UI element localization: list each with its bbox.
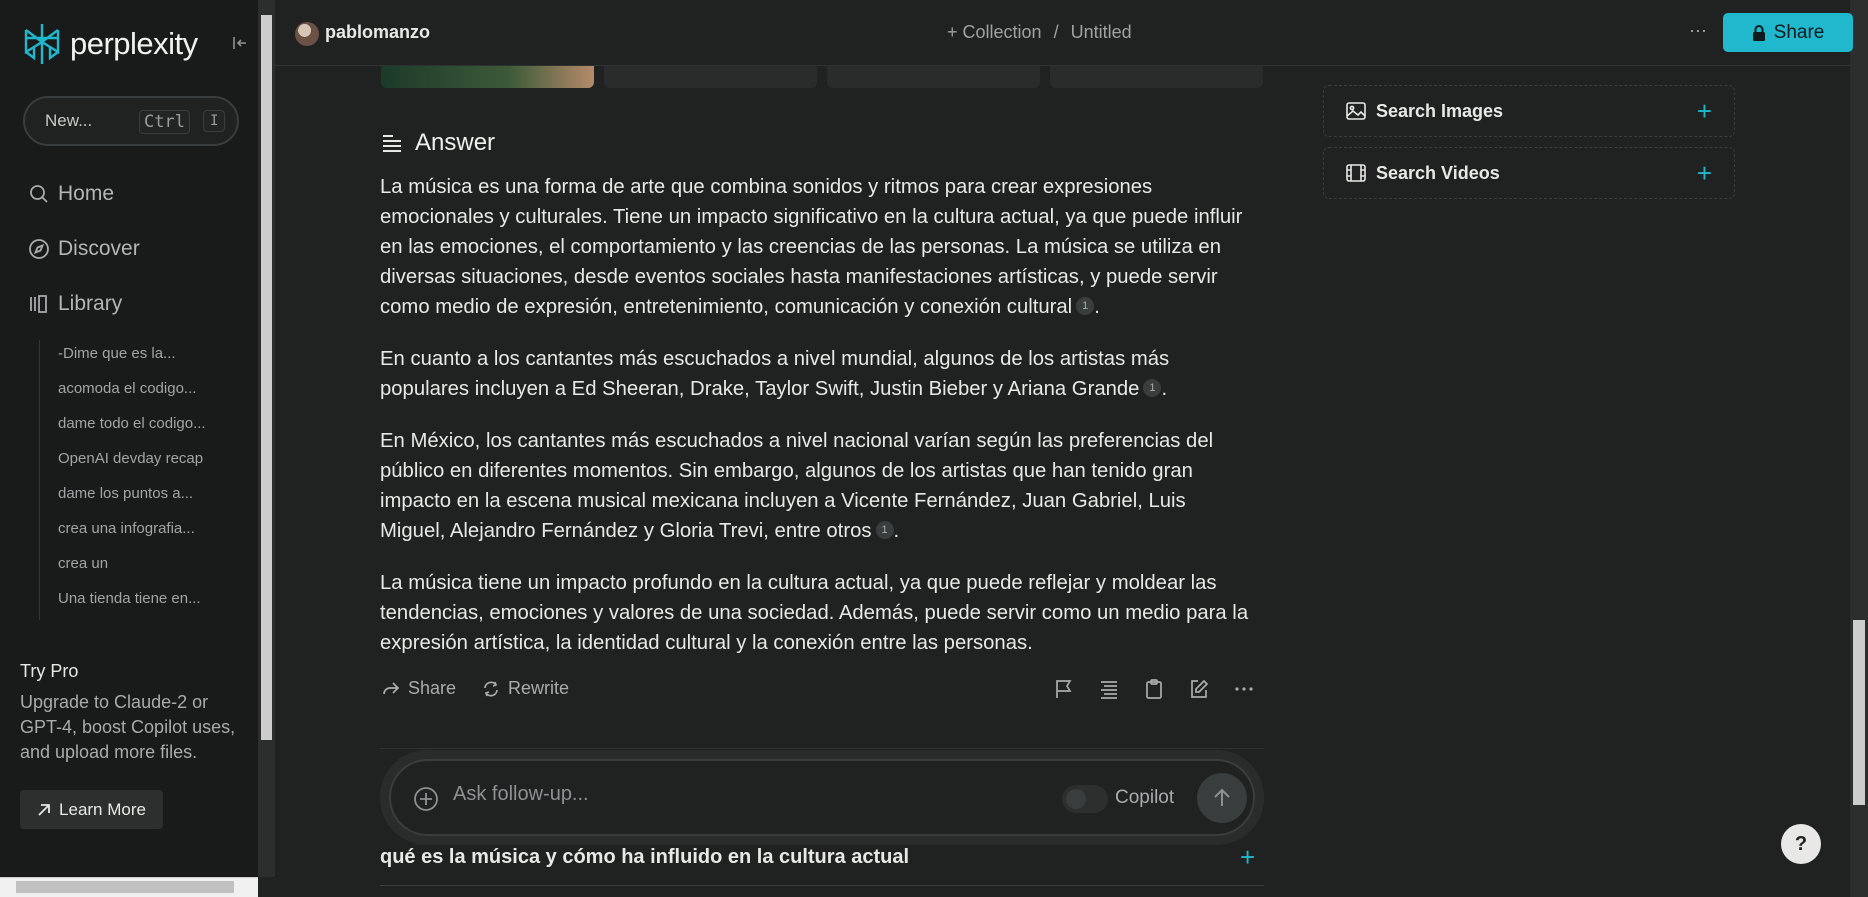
more-actions-icon[interactable] bbox=[1233, 678, 1255, 700]
answer-paragraph: En México, los cantantes más escuchados … bbox=[380, 426, 1255, 546]
try-pro-text: Upgrade to Claude-2 or GPT-4, boost Copi… bbox=[20, 692, 236, 762]
copilot-toggle[interactable] bbox=[1062, 785, 1108, 813]
learn-more-button[interactable]: Learn More bbox=[20, 790, 163, 829]
avatar[interactable] bbox=[295, 22, 319, 46]
sidebar-scrollbar-thumb[interactable] bbox=[261, 15, 272, 740]
answer-paragraph: La música es una forma de arte que combi… bbox=[380, 172, 1255, 322]
perplexity-logo-icon bbox=[24, 24, 60, 64]
copilot-label: Copilot bbox=[1115, 787, 1175, 808]
top-bar: pablomanzo + Collection / Untitled ··· S… bbox=[275, 0, 1853, 66]
history-item[interactable]: -Dime que es la... bbox=[58, 345, 176, 362]
answer-paragraph: La música tiene un impacto profundo en l… bbox=[380, 568, 1255, 658]
share-label: Share bbox=[1773, 21, 1825, 43]
history-item[interactable]: crea una infografia... bbox=[58, 520, 195, 537]
divider bbox=[380, 748, 1264, 749]
answer-title: Answer bbox=[415, 129, 496, 156]
share-answer-button[interactable]: Share bbox=[382, 678, 456, 699]
share-button[interactable]: Share bbox=[1723, 13, 1853, 52]
sidebar-item-label: Home bbox=[58, 182, 115, 205]
sidebar-item-discover[interactable]: Discover bbox=[28, 237, 140, 261]
main-scrollbar-thumb[interactable] bbox=[1853, 620, 1865, 805]
new-thread-button[interactable]: New... Ctrl I bbox=[23, 96, 239, 146]
followup-box: Copilot bbox=[389, 759, 1255, 836]
history-item[interactable]: dame todo el codigo... bbox=[58, 415, 206, 432]
related-divider bbox=[380, 885, 1264, 886]
try-pro-title: Try Pro bbox=[20, 661, 79, 681]
more-options-icon[interactable]: ··· bbox=[1689, 20, 1707, 41]
period: . bbox=[1094, 296, 1100, 318]
period: . bbox=[1161, 378, 1168, 400]
search-videos-card[interactable]: Search Videos + bbox=[1323, 147, 1735, 199]
share-answer-label: Share bbox=[408, 678, 457, 698]
breadcrumb: + Collection / Untitled bbox=[947, 22, 1132, 43]
add-videos-icon[interactable]: + bbox=[1697, 158, 1712, 189]
related-add-icon[interactable]: + bbox=[1240, 842, 1255, 873]
rewrite-button[interactable]: Rewrite bbox=[482, 678, 569, 699]
sidebar: perplexity New... Ctrl I Home Discover L… bbox=[0, 0, 258, 877]
answer-heading: Answer bbox=[381, 129, 495, 157]
answer-text: La música tiene un impacto profundo en l… bbox=[380, 572, 1249, 654]
video-icon bbox=[1346, 164, 1366, 182]
add-images-icon[interactable]: + bbox=[1697, 96, 1712, 127]
history-item[interactable]: OpenAI devday recap bbox=[58, 450, 203, 467]
send-button[interactable] bbox=[1197, 773, 1247, 823]
answer-text: La música es una forma de arte que combi… bbox=[380, 176, 1243, 318]
search-images-card[interactable]: Search Images + bbox=[1323, 85, 1735, 137]
flag-icon[interactable] bbox=[1053, 678, 1075, 700]
answer-paragraph: En cuanto a los cantantes más escuchados… bbox=[380, 344, 1255, 404]
search-images-label: Search Images bbox=[1376, 100, 1504, 121]
history-item[interactable]: dame los puntos a... bbox=[58, 485, 193, 502]
answer-text: En México, los cantantes más escuchados … bbox=[380, 430, 1214, 542]
try-pro-panel: Try Pro Upgrade to Claude-2 or GPT-4, bo… bbox=[20, 661, 240, 765]
search-icon bbox=[30, 185, 48, 203]
rewrite-label: Rewrite bbox=[508, 678, 570, 698]
clipboard-icon[interactable] bbox=[1143, 678, 1165, 700]
history-divider bbox=[39, 340, 40, 620]
help-button[interactable]: ? bbox=[1781, 824, 1821, 864]
citation-badge[interactable]: 1 bbox=[875, 521, 894, 539]
related-question[interactable]: qué es la música y cómo ha influido en l… bbox=[380, 846, 909, 869]
library-icon bbox=[30, 295, 47, 313]
edit-icon[interactable] bbox=[1188, 678, 1210, 700]
sources-list-icon[interactable] bbox=[1098, 678, 1120, 700]
answer-text: En cuanto a los cantantes más escuchados… bbox=[380, 348, 1170, 400]
attach-plus-icon[interactable] bbox=[413, 786, 439, 812]
followup-input[interactable] bbox=[453, 783, 953, 806]
lock-icon bbox=[1752, 24, 1765, 41]
add-collection-link[interactable]: + Collection bbox=[947, 22, 1042, 43]
citation-badge[interactable]: 1 bbox=[1076, 297, 1095, 315]
sidebar-item-library[interactable]: Library bbox=[28, 292, 122, 316]
shortcut-ctrl: Ctrl bbox=[139, 110, 190, 134]
arrow-up-right-icon bbox=[38, 803, 50, 816]
sidebar-item-home[interactable]: Home bbox=[28, 182, 114, 206]
sidebar-horizontal-scrollbar-thumb[interactable] bbox=[16, 881, 234, 893]
shortcut-key: I bbox=[203, 110, 226, 132]
sidebar-item-label: Discover bbox=[58, 237, 140, 260]
sidebar-item-label: Library bbox=[58, 292, 123, 315]
period: . bbox=[893, 520, 900, 542]
collapse-sidebar-icon[interactable] bbox=[232, 35, 248, 56]
rewrite-icon bbox=[484, 680, 498, 697]
share-icon bbox=[383, 681, 400, 694]
thread-title[interactable]: Untitled bbox=[1071, 22, 1132, 43]
history-item[interactable]: Una tienda tiene en... bbox=[58, 590, 201, 607]
history-item[interactable]: crea un bbox=[58, 555, 108, 572]
username[interactable]: pablomanzo bbox=[325, 22, 430, 43]
compass-icon bbox=[29, 239, 49, 259]
app-name: perplexity bbox=[70, 26, 198, 61]
learn-more-label: Learn More bbox=[59, 799, 146, 819]
new-thread-label: New... bbox=[45, 111, 93, 130]
image-icon bbox=[1346, 102, 1366, 120]
answer-lines-icon bbox=[383, 135, 401, 152]
citation-badge[interactable]: 1 bbox=[1143, 379, 1162, 397]
arrow-up-icon bbox=[1214, 788, 1230, 806]
search-videos-label: Search Videos bbox=[1376, 162, 1500, 183]
perplexity-logo[interactable]: perplexity bbox=[22, 22, 198, 66]
breadcrumb-separator: / bbox=[1053, 22, 1059, 42]
history-item[interactable]: acomoda el codigo... bbox=[58, 380, 196, 397]
